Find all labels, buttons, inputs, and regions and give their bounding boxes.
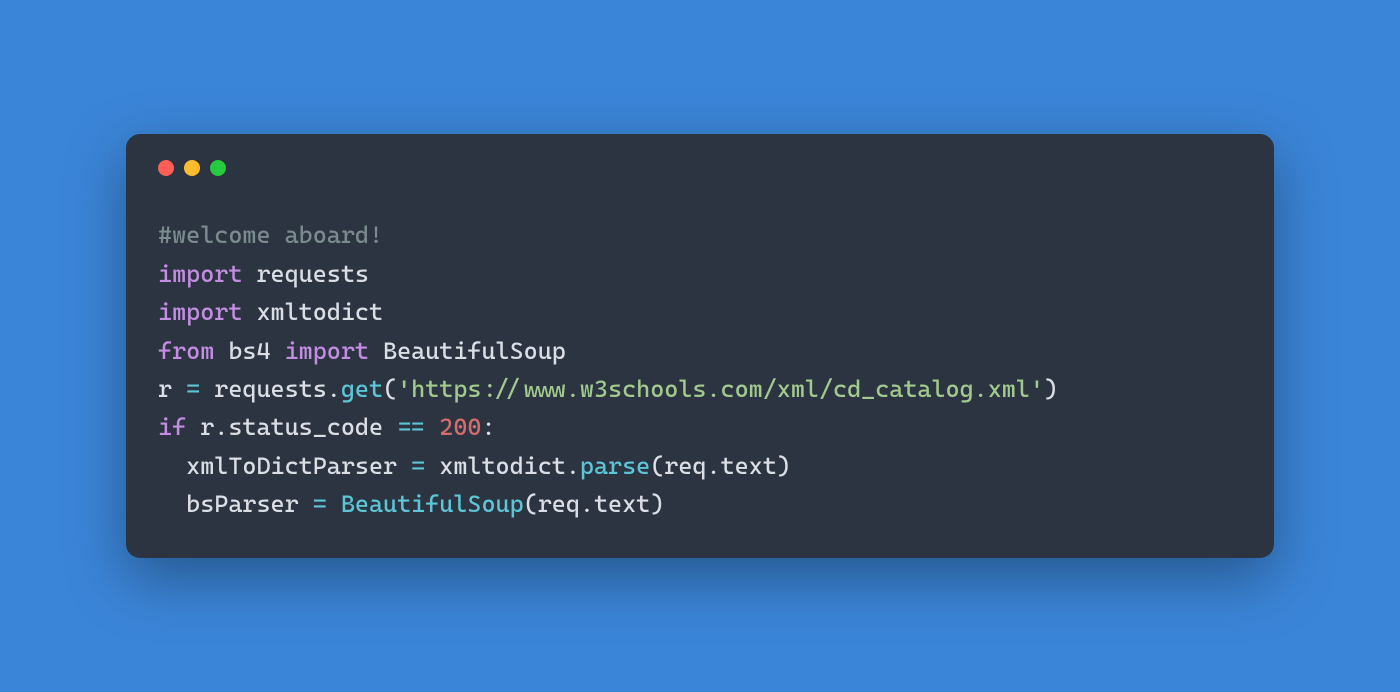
code-line-6: if r.status_code == 200: xyxy=(158,408,1242,446)
operator-assign: = xyxy=(313,490,327,518)
paren-close: ) xyxy=(777,452,791,480)
keyword-import: import xyxy=(158,298,242,326)
dot: . xyxy=(580,490,594,518)
object: xmltodict xyxy=(439,452,566,480)
module-name: bs4 xyxy=(228,337,270,365)
keyword-if: if xyxy=(158,413,186,441)
argument: req xyxy=(538,490,580,518)
code-line-7: xmlToDictParser = xmltodict.parse(req.te… xyxy=(158,447,1242,485)
indent xyxy=(158,490,186,518)
attribute: text xyxy=(721,452,777,480)
variable: xmlToDictParser xyxy=(186,452,397,480)
number-literal: 200 xyxy=(439,413,481,441)
object: requests xyxy=(214,375,327,403)
method-call: get xyxy=(341,375,383,403)
operator-assign: = xyxy=(186,375,200,403)
variable: bsParser xyxy=(186,490,299,518)
code-comment: #welcome aboard! xyxy=(158,221,383,249)
code-line-8: bsParser = BeautifulSoup(req.text) xyxy=(158,485,1242,523)
module-name: requests xyxy=(256,260,369,288)
window-controls xyxy=(158,160,1242,176)
method-call: parse xyxy=(580,452,650,480)
close-icon[interactable] xyxy=(158,160,174,176)
dot: . xyxy=(327,375,341,403)
paren-close: ) xyxy=(650,490,664,518)
string-literal: 'https://www.w3schools.com/xml/cd_catalo… xyxy=(397,375,1044,403)
operator-eq: == xyxy=(397,413,425,441)
attribute: text xyxy=(594,490,650,518)
code-line-2: import requests xyxy=(158,255,1242,293)
dot: . xyxy=(566,452,580,480)
dot: . xyxy=(214,413,228,441)
dot: . xyxy=(706,452,720,480)
keyword-import: import xyxy=(158,260,242,288)
import-name: BeautifulSoup xyxy=(383,337,566,365)
code-line-5: r = requests.get('https://www.w3schools.… xyxy=(158,370,1242,408)
keyword-import: import xyxy=(285,337,369,365)
paren-open: ( xyxy=(524,490,538,518)
code-editor-window: #welcome aboard!import requestsimport xm… xyxy=(126,134,1274,557)
module-name: xmltodict xyxy=(256,298,383,326)
attribute: status_code xyxy=(228,413,383,441)
argument: req xyxy=(664,452,706,480)
code-line-3: import xmltodict xyxy=(158,293,1242,331)
minimize-icon[interactable] xyxy=(184,160,200,176)
function-call: BeautifulSoup xyxy=(341,490,524,518)
maximize-icon[interactable] xyxy=(210,160,226,176)
colon: : xyxy=(481,413,495,441)
object: r xyxy=(200,413,214,441)
operator-assign: = xyxy=(411,452,425,480)
paren-open: ( xyxy=(650,452,664,480)
variable: r xyxy=(158,375,172,403)
paren-close: ) xyxy=(1044,375,1058,403)
code-area[interactable]: #welcome aboard!import requestsimport xm… xyxy=(158,216,1242,523)
code-line-1: #welcome aboard! xyxy=(158,216,1242,254)
code-line-4: from bs4 import BeautifulSoup xyxy=(158,332,1242,370)
keyword-from: from xyxy=(158,337,214,365)
paren-open: ( xyxy=(383,375,397,403)
indent xyxy=(158,452,186,480)
